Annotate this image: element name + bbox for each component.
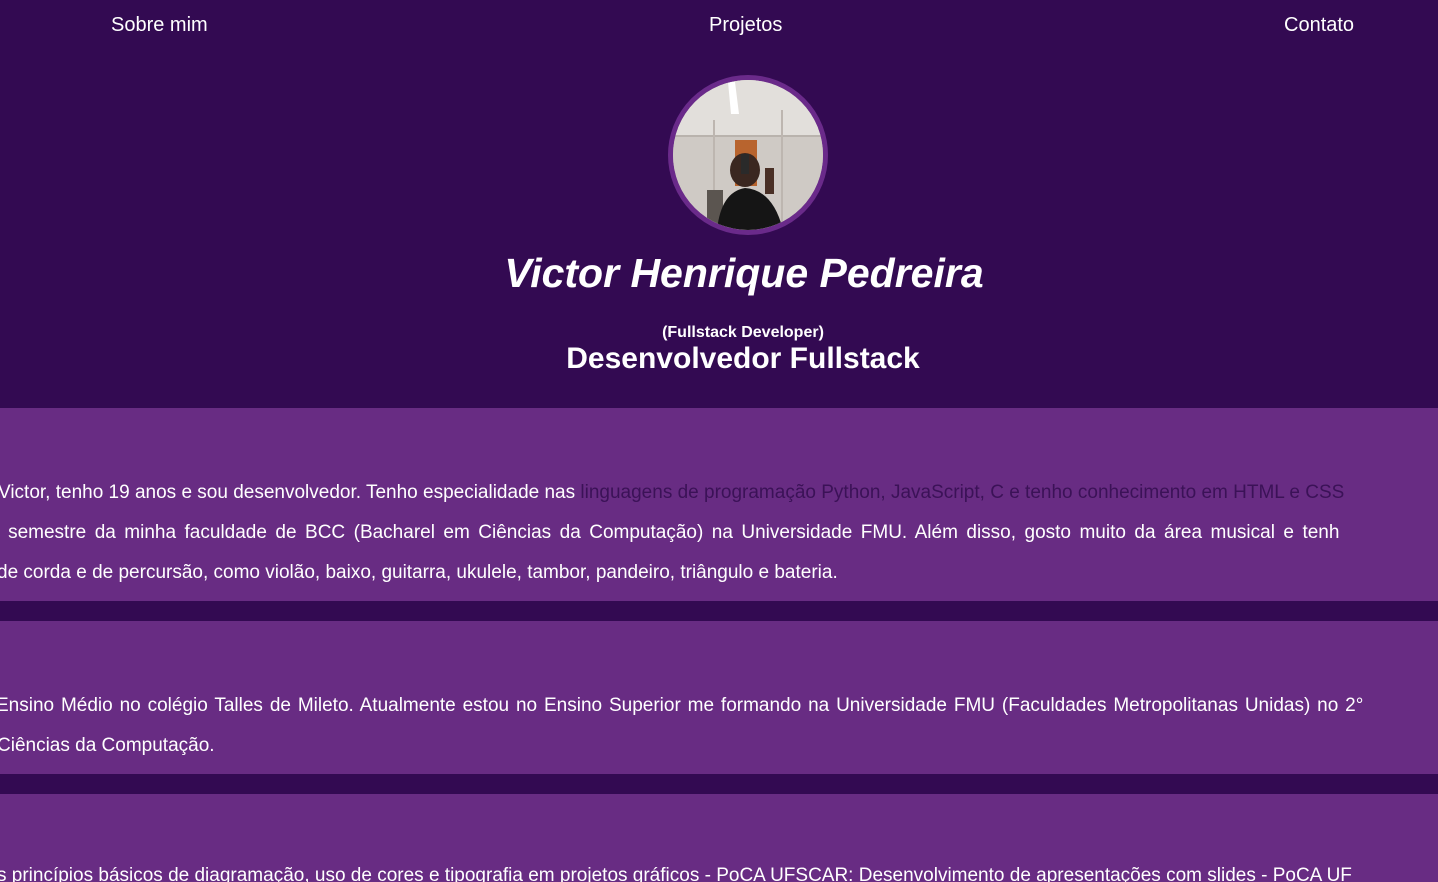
about-text-line-1: Victor, tenho 19 anos e sou desenvolvedo…: [0, 482, 1344, 504]
nav-link-about[interactable]: Sobre mim: [111, 14, 208, 37]
nav-link-projects[interactable]: Projetos: [709, 14, 782, 37]
avatar-photo: [673, 80, 823, 230]
profile-name: Victor Henrique Pedreira: [504, 250, 984, 296]
courses-text-line-1: s princípios básicos de diagramação, uso…: [0, 865, 1352, 882]
about-highlighted-text: linguagens de programação Python, JavaSc…: [580, 482, 1345, 503]
education-text-line-2: Ciências da Computação.: [0, 735, 215, 756]
nav-link-contact[interactable]: Contato: [1284, 14, 1354, 37]
education-section: Ensino Médio no colégio Talles de Mileto…: [0, 621, 1438, 774]
about-text-part: Victor, tenho 19 anos e sou desenvolvedo…: [0, 482, 581, 503]
about-text-line-2: ° semestre da minha faculdade de BCC (Ba…: [0, 522, 1340, 543]
avatar: [668, 75, 828, 235]
about-text-line-3: de corda e de percursão, como violão, ba…: [0, 562, 838, 583]
hero: Victor Henrique Pedreira (Fullstack Deve…: [0, 56, 1438, 408]
role-title-pt: Desenvolvedor Fullstack: [566, 342, 920, 375]
about-section: Victor, tenho 19 anos e sou desenvolvedo…: [0, 408, 1438, 601]
education-text-line-1: Ensino Médio no colégio Talles de Mileto…: [0, 695, 1364, 716]
role-subtitle-en: (Fullstack Developer): [662, 324, 824, 341]
courses-section: s princípios básicos de diagramação, uso…: [0, 794, 1438, 882]
top-nav: Sobre mim Projetos Contato: [0, 0, 1438, 56]
